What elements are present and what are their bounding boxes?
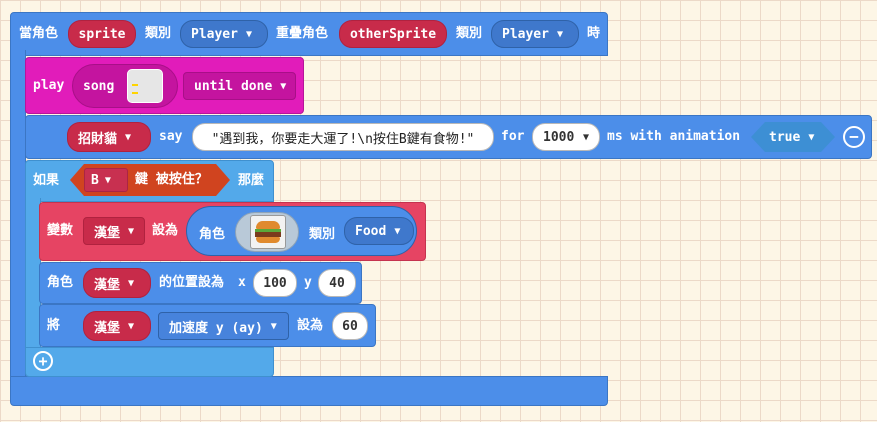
set-to-label: 設為 [152,223,179,238]
duration-dropdown[interactable]: 1000 ▼ [532,123,600,151]
y-input[interactable]: 40 [318,269,356,297]
chevron-down-icon: ▼ [125,131,132,143]
plus-circle-icon[interactable]: + [33,351,53,371]
music-note-icon[interactable] [127,69,163,103]
kind-dropdown-1[interactable]: Player ▼ [180,20,268,48]
accel-set-to-label: 設為 [297,318,324,333]
minus-circle-icon[interactable]: − [843,126,865,148]
duration-value: 1000 [543,129,575,145]
ms-with-animation-label: ms with animation [607,129,741,144]
x-label: x [238,275,246,290]
song-reporter[interactable]: song [72,64,178,108]
if-label: 如果 [33,173,60,188]
chevron-down-icon: ▼ [556,28,563,40]
event-block-left-arm [10,50,26,380]
burger-icon[interactable] [235,212,299,252]
key-pressed-label: 鍵 被按住？ [135,172,208,187]
say-text-value: "遇到我，你要走大運了!\n按住B鍵有食物!" [211,131,475,147]
overlap-label: 重疊角色 [276,26,329,41]
if-block-footer[interactable] [25,347,274,377]
kind-value-2: Player [502,26,549,42]
kind-dropdown-2[interactable]: Player ▼ [491,20,579,48]
variable-label: 變數 [47,223,74,238]
food-kind-value: Food [355,223,387,239]
animation-value: true [769,129,801,145]
kind-value-1: Player [191,26,238,42]
sprite-variable-label: sprite [78,26,126,42]
variable-dropdown[interactable]: 漢堡 ▼ [83,217,145,245]
x-input[interactable]: 100 [253,269,297,297]
event-block-footer[interactable] [10,376,608,406]
accel-sprite-value: 漢堡 [94,320,121,336]
set-label: 將 [47,318,61,333]
sprite-label: 角色 [199,227,226,242]
then-label: 那麼 [238,173,265,188]
blocks-workspace[interactable]: 當角色 sprite 類別 Player ▼ 重疊角色 otherSprite … [0,0,877,422]
position-sprite-dropdown[interactable]: 漢堡 ▼ [83,268,151,298]
food-kind-dropdown[interactable]: Food ▼ [344,217,414,245]
song-label: song [83,78,115,94]
say-sprite-dropdown[interactable]: 招財貓 ▼ [67,122,151,152]
chevron-down-icon: ▼ [394,225,401,237]
other-sprite-label: otherSprite [349,26,437,42]
sprite-variable-dropdown[interactable]: sprite [68,20,136,48]
accel-value: 60 [342,318,358,334]
event-suffix-label: 時 [587,26,601,41]
chevron-down-icon: ▼ [808,131,815,143]
y-value: 40 [329,275,345,291]
chevron-down-icon: ▼ [104,174,111,186]
accel-sprite-dropdown[interactable]: 漢堡 ▼ [83,311,151,341]
animation-boolean-content: true ▼ [769,122,829,152]
set-position-label: 的位置設為 [159,275,225,290]
position-sprite-value: 漢堡 [94,277,121,293]
chevron-down-icon: ▼ [128,225,135,237]
variable-value: 漢堡 [94,225,121,241]
chevron-down-icon: ▼ [128,320,135,332]
accel-value-input[interactable]: 60 [332,312,368,340]
create-sprite-reporter[interactable]: 角色 類別 Food ▼ [186,206,417,256]
chevron-down-icon: ▼ [280,80,287,92]
property-dropdown[interactable]: 加速度 y (ay) ▼ [158,312,289,340]
play-mode-value: until done [194,78,273,94]
x-value: 100 [263,275,287,291]
say-text-input[interactable]: "遇到我，你要走大運了!\n按住B鍵有食物!" [192,123,494,151]
position-sprite-label: 角色 [47,275,74,290]
other-sprite-variable-dropdown[interactable]: otherSprite [339,20,447,48]
event-prefix-label: 當角色 [19,26,59,41]
say-sprite-value: 招財貓 [78,131,118,147]
key-dropdown[interactable]: B ▼ [84,168,128,192]
kind-label-2: 類別 [456,26,483,41]
chevron-down-icon: ▼ [582,131,589,143]
chevron-down-icon: ▼ [245,28,252,40]
chevron-down-icon: ▼ [128,277,135,289]
kind-label-1: 類別 [145,26,172,41]
property-value: 加速度 y (ay) [169,320,263,336]
say-label: say [159,129,183,144]
play-mode-dropdown[interactable]: until done ▼ [183,72,296,100]
y-label: y [304,275,312,290]
chevron-down-icon: ▼ [270,320,277,332]
key-value: B [91,172,99,188]
kind-label-food: 類別 [309,227,336,242]
for-label: for [501,129,525,144]
play-label: play [33,78,65,93]
